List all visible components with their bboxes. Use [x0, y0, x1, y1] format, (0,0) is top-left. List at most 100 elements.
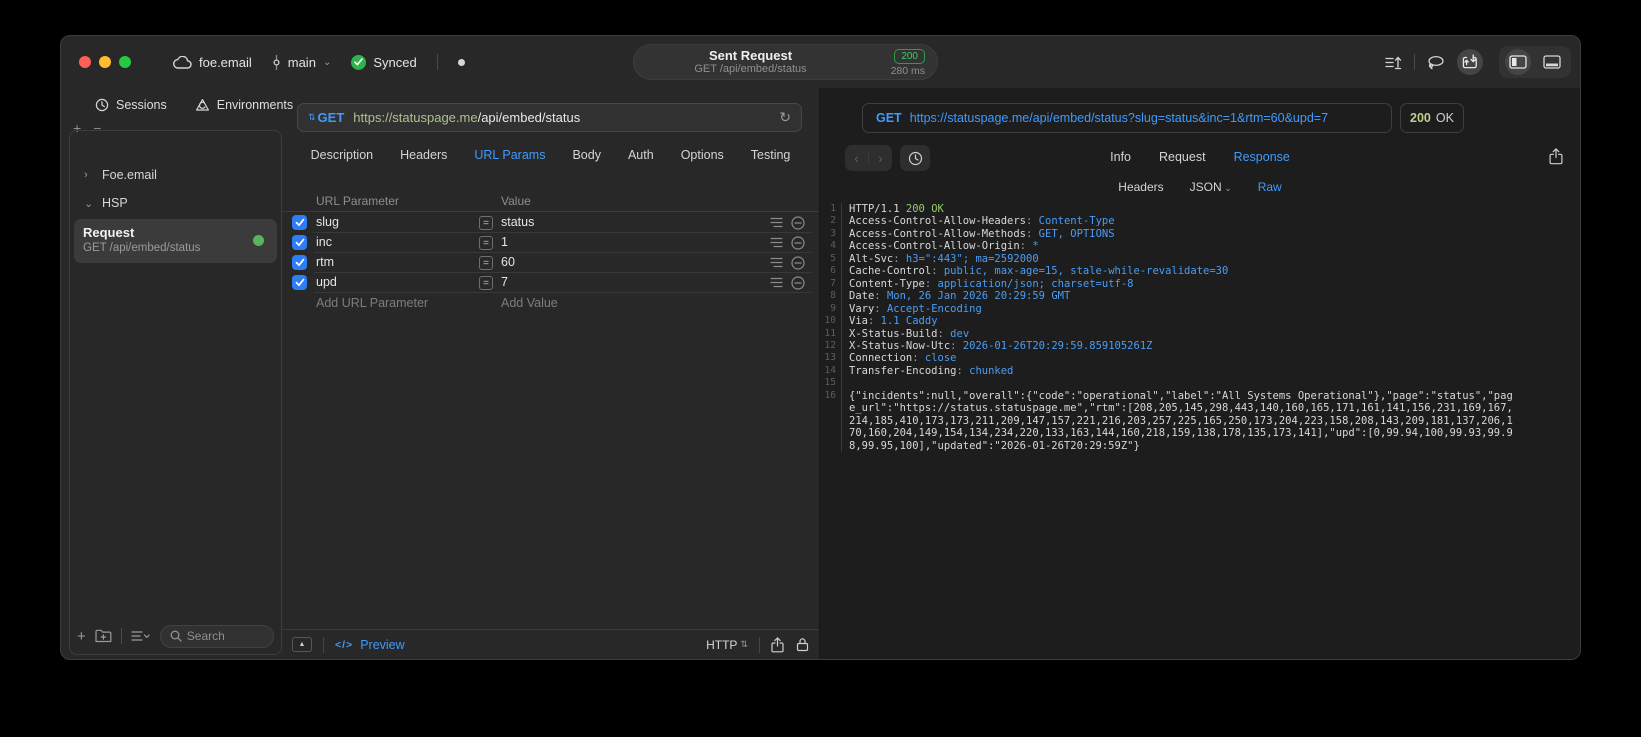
request-tab-body[interactable]: Body: [572, 148, 601, 162]
remove-param-icon[interactable]: [791, 236, 805, 250]
header-value: application/json; charset=utf-8: [937, 277, 1134, 290]
response-tab-info[interactable]: Info: [1110, 150, 1131, 164]
response-line-text: HTTP/1.1 200 OK: [842, 203, 1580, 215]
request-tab-auth[interactable]: Auth: [628, 148, 654, 162]
param-value[interactable]: 60: [501, 255, 515, 269]
reorder-icon[interactable]: [770, 217, 783, 228]
param-name[interactable]: slug: [316, 215, 339, 229]
protocol-select[interactable]: HTTP: [706, 638, 737, 652]
request-summary-subtitle: GET /api/embed/status: [694, 63, 807, 75]
header-value: Mon, 26 Jan 2026 20:29:59 GMT: [886, 290, 1071, 303]
request-tab-url-params[interactable]: URL Params: [474, 148, 545, 162]
response-line-text: Access-Control-Allow-Methods: GET, OPTIO…: [842, 228, 1580, 240]
response-line: 6 Cache-Control: public, max-age=15, stal…: [820, 265, 1580, 278]
response-subtab-raw[interactable]: Raw: [1258, 180, 1282, 194]
sync-status[interactable]: Synced: [351, 54, 417, 70]
param-name[interactable]: inc: [316, 235, 332, 249]
response-text-part: Access-Control-Allow-Methods: [849, 227, 1027, 240]
add-value-placeholder[interactable]: Add Value: [501, 296, 558, 310]
response-share-button[interactable]: [1549, 148, 1563, 165]
line-number: 9: [820, 302, 842, 316]
equals-icon: =: [479, 236, 493, 250]
response-line-text: X-Status-Build: dev: [842, 328, 1580, 340]
preview-button[interactable]: Preview: [360, 638, 404, 652]
bottom-panel-toggle-button[interactable]: [1539, 49, 1565, 75]
line-number: 16: [820, 389, 842, 453]
response-body[interactable]: 1 HTTP/1.1 200 OK 2 Access-Control-Allow-He…: [820, 203, 1580, 659]
line-number: 1: [820, 203, 842, 216]
response-line: 13 Connection: close: [820, 352, 1580, 365]
response-subtab-headers[interactable]: Headers: [1118, 180, 1163, 194]
header-value: 2026-01-26T20:29:59.859105261Z: [962, 339, 1153, 352]
reorder-icon[interactable]: [770, 237, 783, 248]
response-text-part: Connection: [849, 352, 913, 365]
cloud-project[interactable]: foe.email: [173, 55, 252, 70]
refresh-icon[interactable]: ↻: [779, 109, 791, 126]
response-subtab-json[interactable]: JSON ⌄: [1190, 180, 1232, 194]
request-tab-testing[interactable]: Testing: [751, 148, 791, 162]
param-name[interactable]: upd: [316, 275, 337, 289]
request-summary-pill[interactable]: Sent Request GET /api/embed/status 200 2…: [633, 44, 938, 80]
lock-icon[interactable]: [796, 637, 809, 652]
tree-group-hsp[interactable]: ⌄ HSP: [70, 189, 281, 217]
add-param-row[interactable]: Add URL Parameter Add Value: [282, 293, 819, 313]
reorder-icon[interactable]: [770, 277, 783, 288]
param-value[interactable]: 1: [501, 235, 508, 249]
response-tab-request[interactable]: Request: [1159, 150, 1206, 164]
share-button[interactable]: [771, 636, 784, 653]
clock-icon: [95, 98, 109, 112]
minimize-button[interactable]: [99, 56, 111, 68]
request-item[interactable]: Request GET /api/embed/status: [74, 219, 277, 263]
add-request-button[interactable]: +: [77, 628, 86, 645]
param-name[interactable]: rtm: [316, 255, 334, 269]
param-value[interactable]: status: [501, 215, 534, 229]
branch-selector[interactable]: main ⌄: [272, 54, 331, 70]
param-checkbox[interactable]: [292, 215, 307, 230]
remove-param-icon[interactable]: [791, 276, 805, 290]
equals-icon: =: [479, 216, 493, 230]
zoom-button[interactable]: [119, 56, 131, 68]
param-checkbox[interactable]: [292, 255, 307, 270]
remove-param-icon[interactable]: [791, 216, 805, 230]
param-checkbox[interactable]: [292, 235, 307, 250]
search-box[interactable]: [159, 624, 274, 648]
param-value[interactable]: 7: [501, 275, 508, 289]
request-tab-headers[interactable]: Headers: [400, 148, 447, 162]
tab-sessions[interactable]: Sessions: [95, 98, 167, 112]
sidebar-toggle-button[interactable]: [1505, 49, 1531, 75]
remove-param-icon[interactable]: [791, 256, 805, 270]
code-icon: </>: [335, 638, 354, 651]
new-folder-button[interactable]: [95, 629, 112, 643]
header-value: h3=":443"; ma=2592000: [905, 252, 1039, 265]
header-value: public, max-age=15, stale-while-revalida…: [943, 265, 1229, 278]
equals-icon: =: [479, 256, 493, 270]
param-row: inc = 1: [282, 233, 819, 253]
url-bar[interactable]: ⇅ GET https://statuspage.me /api/embed/s…: [297, 103, 802, 132]
response-text-part: :: [1026, 215, 1039, 228]
request-duration: 280 ms: [890, 65, 925, 77]
search-input[interactable]: [186, 629, 264, 643]
response-text-part: :: [874, 290, 887, 303]
export-lines-button[interactable]: [1380, 49, 1406, 75]
response-line: 10 Via: 1.1 Caddy: [820, 315, 1580, 328]
response-line: 14 Transfer-Encoding: chunked: [820, 364, 1580, 378]
tree-group-foe-email[interactable]: › Foe.email: [70, 161, 281, 189]
send-to-box-button[interactable]: [1457, 49, 1483, 75]
reorder-icon[interactable]: [770, 257, 783, 268]
tab-environments[interactable]: Environments: [195, 98, 293, 112]
param-checkbox[interactable]: [292, 275, 307, 290]
sync-check-icon: [351, 54, 367, 70]
add-param-placeholder[interactable]: Add URL Parameter: [316, 296, 428, 310]
method-stepper-icon[interactable]: ⇅: [308, 112, 316, 123]
response-line-text: Via: 1.1 Caddy: [842, 315, 1580, 327]
response-line-text: Content-Type: application/json; charset=…: [842, 278, 1580, 290]
lasso-button[interactable]: [1423, 49, 1449, 75]
request-tab-options[interactable]: Options: [681, 148, 724, 162]
sort-list-button[interactable]: [131, 630, 151, 642]
request-tab-description[interactable]: Description: [311, 148, 374, 162]
response-tab-response[interactable]: Response: [1234, 150, 1290, 164]
close-button[interactable]: [79, 56, 91, 68]
response-line-text: Transfer-Encoding: chunked: [842, 365, 1580, 377]
line-number: 11: [820, 327, 842, 340]
collapse-panel-button[interactable]: ▲: [292, 637, 312, 652]
